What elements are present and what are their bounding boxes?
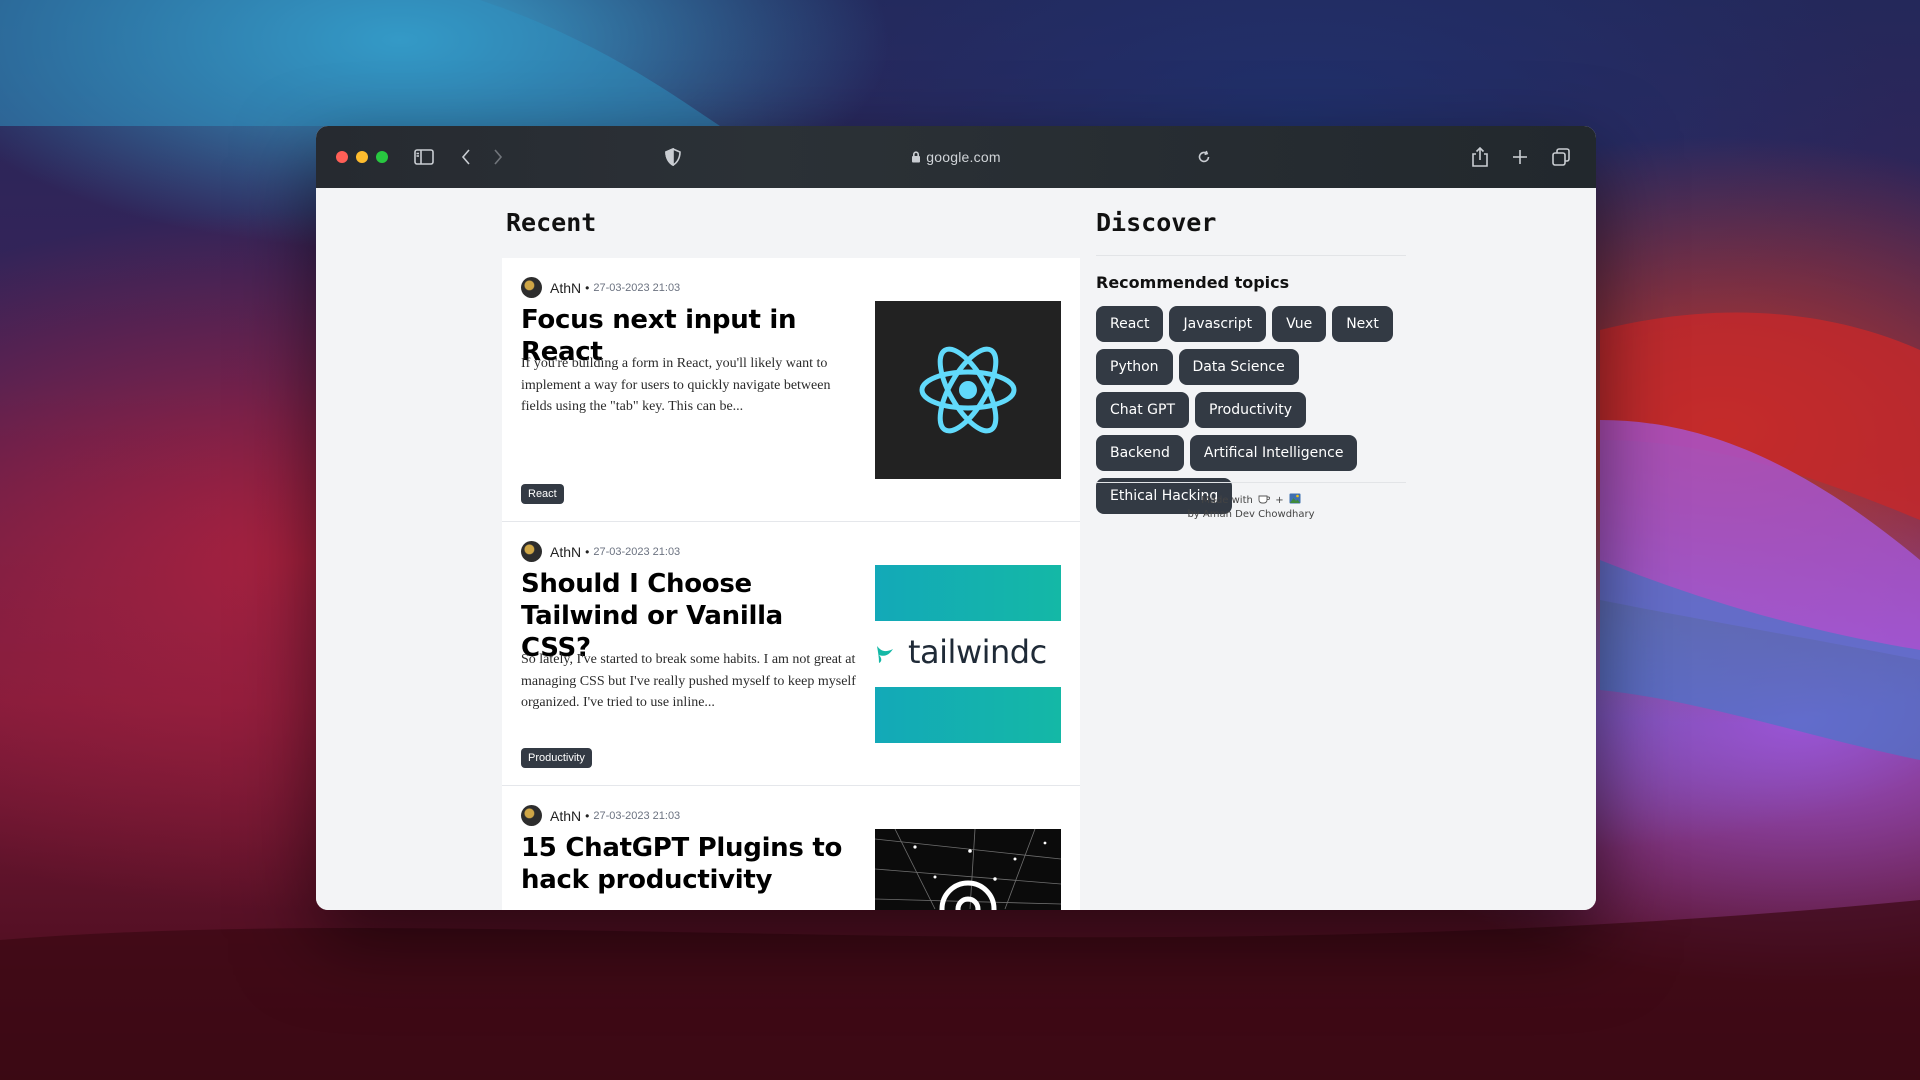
footer-made-with: Made with: [1201, 495, 1253, 506]
article-card[interactable]: AthN • 27-03-2023 21:03 Focus next input…: [502, 258, 1080, 522]
back-icon[interactable]: [456, 126, 476, 188]
article-excerpt: If you're building a form in React, you'…: [521, 356, 831, 414]
author-name[interactable]: AthN: [550, 808, 581, 824]
article-card[interactable]: AthN • 27-03-2023 21:03 15 ChatGPT Plugi…: [502, 786, 1080, 910]
forward-icon[interactable]: [488, 126, 508, 188]
recent-heading: Recent: [506, 208, 597, 237]
share-icon[interactable]: [1470, 126, 1490, 188]
window-controls: [336, 126, 396, 188]
url-text: google.com: [926, 149, 1001, 165]
lock-icon: [912, 151, 921, 163]
close-window-button[interactable]: [336, 151, 348, 163]
tailwind-wordmark: tailwindc: [908, 633, 1047, 671]
article-excerpt: So lately, I've started to break some ha…: [521, 652, 856, 710]
article-meta: AthN • 27-03-2023 21:03: [521, 541, 680, 562]
page-content: Recent AthN • 27-03-2023 21:03 Focus nex…: [316, 188, 1596, 910]
topic-chip-python[interactable]: Python: [1096, 349, 1173, 385]
recommended-topics-title: Recommended topics: [1096, 273, 1290, 292]
meta-separator: •: [585, 808, 590, 823]
browser-window: google.com Recent AthN • 27-03-2023 21:0…: [316, 126, 1596, 910]
react-logo-image[interactable]: [875, 301, 1061, 479]
react-logo-icon: [919, 346, 1017, 434]
footer-plus: +: [1275, 495, 1284, 506]
author-name[interactable]: AthN: [550, 544, 581, 560]
topic-chip-artificial-intelligence[interactable]: Artifical Intelligence: [1189, 435, 1358, 471]
avatar[interactable]: [521, 277, 542, 298]
footer-author: by Aman Dev Chowdhary: [1187, 509, 1315, 520]
article-tag[interactable]: React: [521, 484, 564, 504]
site-footer: Made with + by Aman Dev Chowdhary: [1096, 493, 1406, 522]
topic-chip-react[interactable]: React: [1096, 306, 1164, 342]
discover-heading: Discover: [1096, 208, 1217, 237]
article-date: 27-03-2023 21:03: [593, 809, 681, 822]
topic-chip-data-science[interactable]: Data Science: [1178, 349, 1299, 385]
image-icon: [1289, 493, 1301, 504]
minimize-window-button[interactable]: [356, 151, 368, 163]
tab-overview-icon[interactable]: [1550, 126, 1572, 188]
topic-chip-productivity[interactable]: Productivity: [1195, 392, 1307, 428]
tailwind-logo-image[interactable]: tailwindc: [875, 565, 1061, 743]
topic-chip-javascript[interactable]: Javascript: [1169, 306, 1267, 342]
avatar[interactable]: [521, 805, 542, 826]
meta-separator: •: [585, 280, 590, 295]
article-meta: AthN • 27-03-2023 21:03: [521, 277, 680, 298]
coffee-icon: [1258, 495, 1271, 504]
article-date: 27-03-2023 21:03: [593, 545, 681, 558]
address-bar[interactable]: google.com: [836, 126, 1076, 188]
new-tab-icon[interactable]: [1510, 126, 1530, 188]
browser-toolbar: google.com: [316, 126, 1596, 188]
openai-logo-icon: [875, 829, 1061, 910]
openai-logo-image[interactable]: [875, 829, 1061, 910]
topic-chip-next[interactable]: Next: [1332, 306, 1393, 342]
divider: [1096, 482, 1406, 483]
article-card[interactable]: AthN • 27-03-2023 21:03 Should I Choose …: [502, 522, 1080, 786]
tailwind-icon: [877, 646, 893, 663]
sidebar-toggle-icon[interactable]: [412, 126, 436, 188]
author-name[interactable]: AthN: [550, 280, 581, 296]
avatar[interactable]: [521, 541, 542, 562]
meta-separator: •: [585, 544, 590, 559]
article-tag[interactable]: Productivity: [521, 748, 592, 768]
topic-chip-chat-gpt[interactable]: Chat GPT: [1096, 392, 1190, 428]
divider: [1096, 255, 1406, 256]
shield-icon[interactable]: [663, 126, 683, 188]
article-date: 27-03-2023 21:03: [593, 281, 681, 294]
reload-icon[interactable]: [1194, 126, 1214, 188]
article-meta: AthN • 27-03-2023 21:03: [521, 805, 680, 826]
zoom-window-button[interactable]: [376, 151, 388, 163]
topic-chip-vue[interactable]: Vue: [1272, 306, 1327, 342]
article-title[interactable]: 15 ChatGPT Plugins to hack productivity: [521, 832, 861, 896]
topic-chip-backend[interactable]: Backend: [1096, 435, 1184, 471]
